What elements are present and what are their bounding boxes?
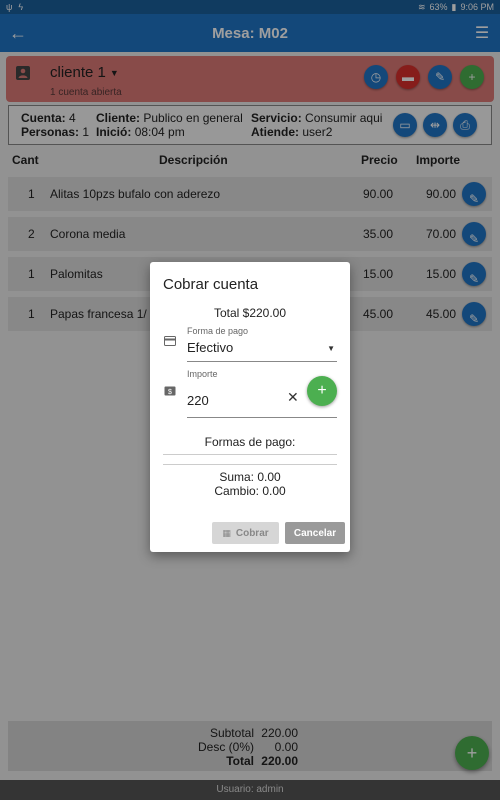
cancelar-button[interactable]: Cancelar <box>285 522 345 544</box>
plus-icon: + <box>317 382 327 399</box>
caret-down-icon[interactable]: ▼ <box>327 344 335 353</box>
forma-pago-underline <box>187 361 337 362</box>
importe-label: Importe <box>187 369 218 379</box>
divider <box>163 454 337 455</box>
dialog-total: Total $220.00 <box>213 306 287 320</box>
cobrar-button[interactable]: ▦ Cobrar <box>212 522 279 544</box>
cobrar-label: Cobrar <box>235 527 269 539</box>
svg-text:$: $ <box>168 389 172 396</box>
forma-pago-label: Forma de pago <box>187 326 249 336</box>
suma-text: Suma: 0.00 <box>219 470 281 484</box>
cobrar-dialog: Cobrar cuenta Total $220.00 Forma de pag… <box>150 262 350 552</box>
importe-input[interactable]: 220 <box>187 393 209 408</box>
formas-de-pago-title: Formas de pago: <box>204 435 296 449</box>
clear-icon[interactable]: ✕ <box>287 389 299 406</box>
credit-card-icon <box>164 336 176 346</box>
dialog-title: Cobrar cuenta <box>163 276 259 293</box>
cash-register-icon: ▦ <box>222 527 231 538</box>
divider <box>163 464 337 465</box>
forma-pago-select[interactable]: Efectivo <box>187 340 233 355</box>
cambio-text: Cambio: 0.00 <box>214 484 286 498</box>
cash-icon: $ <box>164 386 176 396</box>
importe-underline <box>187 417 337 418</box>
add-payment-button[interactable]: + <box>307 376 337 406</box>
